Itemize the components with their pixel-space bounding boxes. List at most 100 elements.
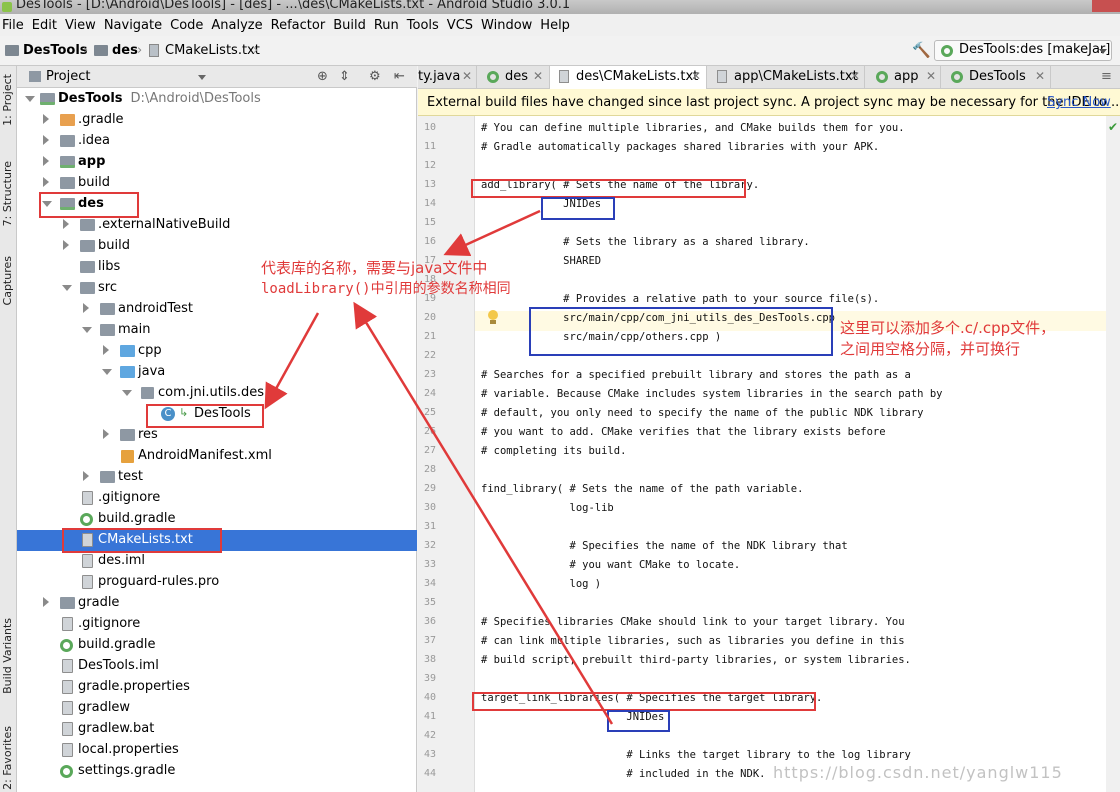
code-line[interactable]: # variable. Because CMake includes syste… xyxy=(481,388,942,400)
chevron-down-icon[interactable] xyxy=(198,75,206,80)
tab-des[interactable]: des ✕ xyxy=(477,66,550,89)
tree-item-build[interactable]: build xyxy=(17,173,417,194)
tree-item-des-build[interactable]: build xyxy=(17,236,417,257)
chevron-right-icon[interactable] xyxy=(43,135,49,145)
code-line[interactable]: # Sets the library as a shared library. xyxy=(481,236,810,248)
menu-refactor[interactable]: Refactor xyxy=(269,18,332,33)
tree-item-gradlew-bat[interactable]: gradlew.bat xyxy=(17,719,417,740)
tree-item-manifest[interactable]: AndroidManifest.xml xyxy=(17,446,417,467)
breadcrumb-module[interactable]: des xyxy=(112,43,138,58)
chevron-right-icon[interactable] xyxy=(43,177,49,187)
chevron-right-icon[interactable] xyxy=(43,114,49,124)
chevron-right-icon[interactable] xyxy=(83,303,89,313)
tool-tab-structure[interactable]: 7: Structure xyxy=(1,161,16,226)
tree-item-gradle[interactable]: gradle xyxy=(17,593,417,614)
chevron-down-icon[interactable] xyxy=(102,369,112,375)
menu-file[interactable]: File xyxy=(0,18,30,33)
gear-icon[interactable]: ⚙ xyxy=(369,69,381,84)
menu-tools[interactable]: Tools xyxy=(405,18,445,33)
chevron-down-icon[interactable] xyxy=(122,390,132,396)
tree-item-des-gitignore[interactable]: .gitignore xyxy=(17,488,417,509)
tree-item-project-root[interactable]: DesTools D:\Android\DesTools xyxy=(17,89,417,110)
close-icon[interactable]: ✕ xyxy=(850,69,860,83)
tree-item-gradle-properties[interactable]: gradle.properties xyxy=(17,677,417,698)
tree-item-destools-iml[interactable]: DesTools.iml xyxy=(17,656,417,677)
code-line[interactable]: find_library( # Sets the name of the pat… xyxy=(481,483,803,495)
menu-window[interactable]: Window xyxy=(479,18,538,33)
code-line[interactable]: # Specifies the name of the NDK library … xyxy=(481,540,848,552)
tool-tab-favorites[interactable]: 2: Favorites xyxy=(1,726,16,790)
tree-item-main[interactable]: main xyxy=(17,320,417,341)
code-line[interactable]: # Gradle automatically packages shared l… xyxy=(481,141,879,153)
code-line[interactable]: # You can define multiple libraries, and… xyxy=(481,122,905,134)
tree-item-gradlew[interactable]: gradlew xyxy=(17,698,417,719)
tool-tab-captures[interactable]: Captures xyxy=(1,256,16,305)
code-line[interactable]: # build script, prebuilt third-party lib… xyxy=(481,654,911,666)
close-icon[interactable]: ✕ xyxy=(1035,69,1045,83)
tab-activity-java[interactable]: ty.java ✕ xyxy=(418,66,477,89)
close-icon[interactable]: ✕ xyxy=(926,69,936,83)
chevron-right-icon[interactable] xyxy=(43,156,49,166)
tree-item-des-iml[interactable]: des.iml xyxy=(17,551,417,572)
chevron-right-icon[interactable] xyxy=(103,429,109,439)
menu-analyze[interactable]: Analyze xyxy=(209,18,268,33)
hide-panel-icon[interactable]: ⇤ xyxy=(394,69,405,84)
locate-file-icon[interactable]: ⊕ xyxy=(317,69,328,84)
tree-item-gitignore[interactable]: .gitignore xyxy=(17,614,417,635)
tree-item-cpp[interactable]: cpp xyxy=(17,341,417,362)
tree-item-des-build-gradle[interactable]: build.gradle xyxy=(17,509,417,530)
code-line[interactable]: # you want CMake to locate. xyxy=(481,559,741,571)
code-line[interactable]: # default, you only need to specify the … xyxy=(481,407,924,419)
sync-now-link[interactable]: Sync Now xyxy=(1047,95,1111,110)
tree-item-app[interactable]: app xyxy=(17,152,417,173)
chevron-down-icon[interactable] xyxy=(25,96,35,102)
tree-item-gradle-dir[interactable]: .gradle xyxy=(17,110,417,131)
tab-overflow-icon[interactable]: ≡ xyxy=(1101,69,1112,84)
chevron-right-icon[interactable] xyxy=(63,219,69,229)
close-icon[interactable]: ✕ xyxy=(691,69,701,83)
project-panel-title[interactable]: Project xyxy=(46,69,90,84)
menu-help[interactable]: Help xyxy=(538,18,576,33)
tool-tab-build-variants[interactable]: Build Variants xyxy=(1,618,16,694)
minimize-button[interactable] xyxy=(1034,0,1060,12)
code-line[interactable]: # can link multiple libraries, such as l… xyxy=(481,635,905,647)
tree-item-package[interactable]: com.jni.utils.des xyxy=(17,383,417,404)
tool-tab-project[interactable]: 1: Project xyxy=(1,74,16,126)
tree-item-res[interactable]: res xyxy=(17,425,417,446)
tab-app[interactable]: app ✕ xyxy=(865,66,941,89)
tree-item-idea[interactable]: .idea xyxy=(17,131,417,152)
run-configuration-select[interactable]: DesTools:des [makeJar] xyxy=(934,40,1112,61)
close-button[interactable] xyxy=(1092,0,1120,12)
chevron-right-icon[interactable] xyxy=(63,240,69,250)
code-line[interactable]: # Links the target library to the log li… xyxy=(481,749,910,761)
tab-des-cmakelists[interactable]: des\CMakeLists.txt ✕ xyxy=(550,66,707,89)
code-line[interactable]: # included in the NDK. xyxy=(481,768,765,780)
code-line[interactable]: # Searches for a specified prebuilt libr… xyxy=(481,369,911,381)
tree-item-local-properties[interactable]: local.properties xyxy=(17,740,417,761)
menu-navigate[interactable]: Navigate xyxy=(102,18,168,33)
menu-code[interactable]: Code xyxy=(168,18,209,33)
menu-view[interactable]: View xyxy=(63,18,102,33)
breadcrumb-project[interactable]: DesTools xyxy=(23,43,88,58)
menu-edit[interactable]: Edit xyxy=(30,18,63,33)
tree-item-external-native-build[interactable]: .externalNativeBuild xyxy=(17,215,417,236)
chevron-down-icon[interactable] xyxy=(62,285,72,291)
close-icon[interactable]: ✕ xyxy=(462,69,472,83)
breadcrumb-file[interactable]: CMakeLists.txt xyxy=(165,43,260,58)
code-line[interactable]: log-lib xyxy=(481,502,614,514)
tree-item-test[interactable]: test xyxy=(17,467,417,488)
code-line[interactable]: # Provides a relative path to your sourc… xyxy=(481,293,879,305)
chevron-right-icon[interactable] xyxy=(83,471,89,481)
code-line[interactable]: # Specifies libraries CMake should link … xyxy=(481,616,905,628)
close-icon[interactable]: ✕ xyxy=(533,69,543,83)
code-line[interactable]: # you want to add. CMake verifies that t… xyxy=(481,426,886,438)
maximize-button[interactable] xyxy=(1064,0,1090,12)
chevron-right-icon[interactable] xyxy=(103,345,109,355)
code-line[interactable]: log ) xyxy=(481,578,602,590)
menu-run[interactable]: Run xyxy=(372,18,405,33)
code-line[interactable]: # completing its build. xyxy=(481,445,626,457)
make-project-icon[interactable]: 🔨 xyxy=(912,42,931,58)
tree-item-settings-gradle[interactable]: settings.gradle xyxy=(17,761,417,782)
menu-build[interactable]: Build xyxy=(331,18,372,33)
tree-item-java[interactable]: java xyxy=(17,362,417,383)
